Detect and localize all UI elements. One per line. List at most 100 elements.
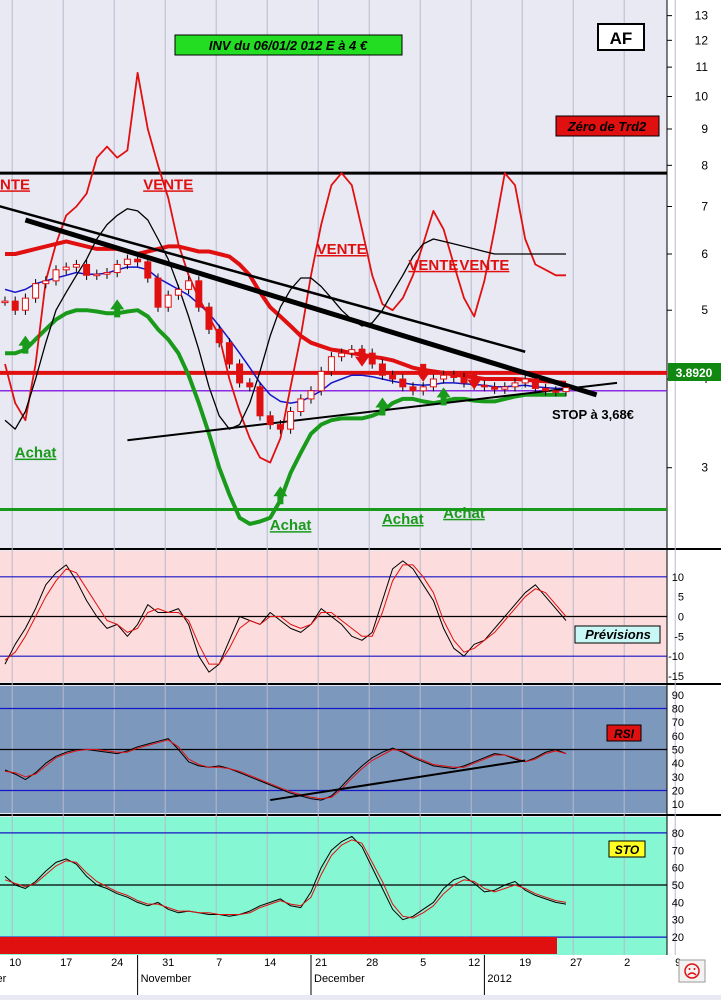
y-tick-label: -10 xyxy=(668,651,684,663)
candle-body xyxy=(205,306,213,330)
candle-body xyxy=(134,258,142,263)
x-day-tick-label: 24 xyxy=(111,957,123,969)
candle-body xyxy=(511,382,519,388)
y-tick-label: 40 xyxy=(672,897,684,909)
candle-body xyxy=(440,374,448,380)
x-month-label: November xyxy=(141,973,192,985)
previsions-badge: Prévisions xyxy=(574,625,661,644)
candle-body xyxy=(154,277,162,308)
candle-body xyxy=(123,258,131,265)
sto-badge: STO xyxy=(608,840,646,858)
y-tick-label: 12 xyxy=(695,33,709,47)
y-tick-label: 50 xyxy=(672,880,684,892)
candle-body xyxy=(62,266,70,271)
vente-label: VENTE xyxy=(459,257,509,274)
candle-body xyxy=(409,386,417,392)
y-tick-label: 5 xyxy=(678,592,684,604)
y-tick-label: 30 xyxy=(672,915,684,927)
candle-body xyxy=(531,378,539,389)
chart-root: VENTEVENTEVENTEVENTEVENTEAchatAchatAchat… xyxy=(0,0,721,995)
candle-body xyxy=(348,349,356,354)
chart-title: INV du 06/01/2 012 E à 4 € xyxy=(209,38,368,53)
candle-body xyxy=(215,328,223,344)
zero-trd2-label: Zéro de Trd2 xyxy=(567,119,647,134)
achat-label: Achat xyxy=(382,511,424,528)
y-tick-label: 20 xyxy=(672,932,684,944)
candle-body xyxy=(338,352,346,358)
x-day-tick-label: 27 xyxy=(570,957,582,969)
candle-body xyxy=(276,424,284,430)
y-tick-label: 3 xyxy=(701,461,708,475)
y-tick-label: 6 xyxy=(701,247,708,261)
candle-body xyxy=(317,370,325,392)
candle-body xyxy=(83,263,91,276)
candle-body xyxy=(103,272,111,275)
y-tick-label: -15 xyxy=(668,671,684,683)
candle-body xyxy=(562,387,570,393)
candle-body xyxy=(113,263,121,274)
candle-body xyxy=(42,280,50,285)
bottom-red-band xyxy=(0,937,557,954)
candle-body xyxy=(32,283,40,299)
last-price-label: 3.8920 xyxy=(676,366,713,380)
candle-body xyxy=(1,300,9,304)
y-tick-label: 80 xyxy=(672,704,684,716)
x-day-tick-label: 12 xyxy=(468,957,480,969)
achat-label: Achat xyxy=(15,445,57,462)
candle-body xyxy=(185,280,193,290)
y-tick-label: 8 xyxy=(701,158,708,172)
y-tick-label: 90 xyxy=(672,690,684,702)
x-day-tick-label: 2 xyxy=(624,957,630,969)
vente-label: VENTE xyxy=(0,176,30,193)
candle-body xyxy=(174,288,182,296)
candle-body xyxy=(429,378,437,388)
candle-body xyxy=(11,300,19,311)
sad-face-icon[interactable] xyxy=(678,959,706,983)
candle-body xyxy=(225,342,233,365)
candle-body xyxy=(72,263,80,268)
candle-body xyxy=(297,398,305,413)
y-tick-label: 40 xyxy=(672,758,684,770)
y-tick-label: 10 xyxy=(672,572,684,584)
y-tick-label: 9 xyxy=(701,122,708,136)
candle-body xyxy=(491,386,499,390)
vente-label: VENTE xyxy=(143,176,193,193)
y-tick-label: 70 xyxy=(672,845,684,857)
ticker-box: AF xyxy=(597,23,645,51)
candle-body xyxy=(501,386,509,390)
candle-body xyxy=(368,352,376,365)
y-tick-label: 70 xyxy=(672,717,684,729)
candle-body xyxy=(236,363,244,384)
candle-body xyxy=(21,297,29,311)
candle-body xyxy=(399,378,407,388)
x-day-tick-label: 7 xyxy=(216,957,222,969)
candle-body xyxy=(460,376,468,384)
candle-body xyxy=(378,363,386,376)
y-tick-label: -5 xyxy=(674,631,684,643)
ticker-label: AF xyxy=(610,29,633,48)
stop-label: STOP à 3,68€ xyxy=(552,407,634,422)
candle-body xyxy=(521,378,529,384)
y-tick-label: 60 xyxy=(672,731,684,743)
candle-body xyxy=(93,273,101,277)
y-tick-label: 50 xyxy=(672,745,684,757)
candle-body xyxy=(246,382,254,388)
rsi-badge: RSI xyxy=(606,724,642,742)
chart-svg: VENTEVENTEVENTEVENTEVENTEAchatAchatAchat… xyxy=(0,0,721,995)
title-box: INV du 06/01/2 012 E à 4 € xyxy=(174,34,403,56)
candle-body xyxy=(164,294,172,308)
candle-body xyxy=(287,411,295,430)
achat-label: Achat xyxy=(443,505,485,522)
y-tick-label: 30 xyxy=(672,772,684,784)
y-tick-label: 5 xyxy=(701,303,708,317)
candle-body xyxy=(542,387,550,392)
x-day-tick-label: 21 xyxy=(315,957,327,969)
x-day-tick-label: 31 xyxy=(162,957,174,969)
candle-body xyxy=(144,261,152,279)
y-tick-label: 10 xyxy=(695,90,709,104)
candle-body xyxy=(307,390,315,400)
x-day-tick-label: 19 xyxy=(519,957,531,969)
candle-body xyxy=(450,374,458,378)
achat-label: Achat xyxy=(270,517,312,534)
x-day-tick-label: 10 xyxy=(9,957,21,969)
